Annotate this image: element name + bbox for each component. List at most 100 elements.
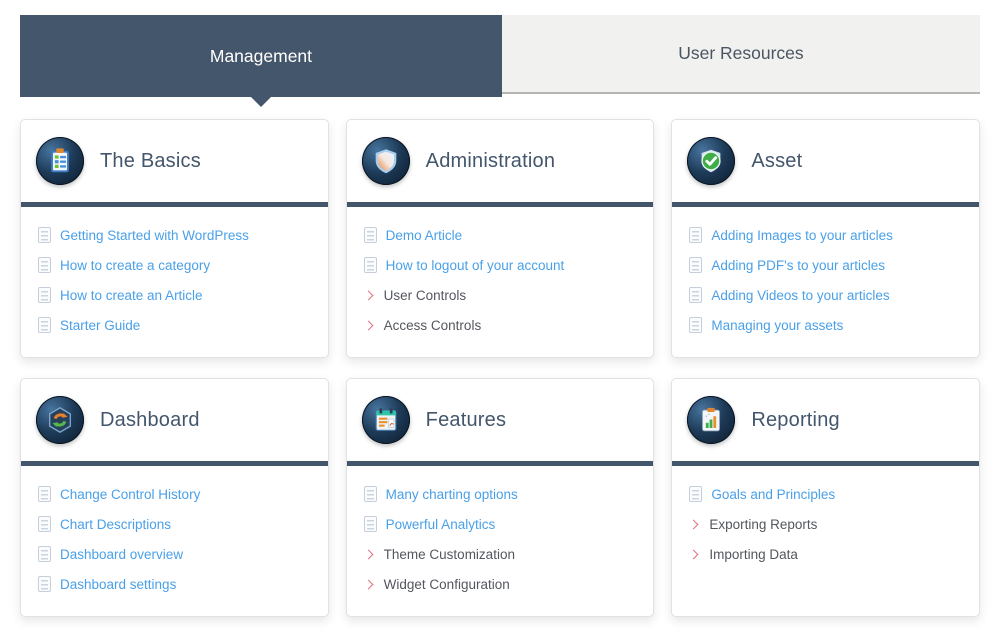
chevron-right-icon — [363, 549, 373, 559]
article-link[interactable]: Demo Article — [364, 220, 639, 250]
article-link[interactable]: How to create a category — [38, 250, 313, 280]
document-icon — [38, 486, 51, 502]
article-link-label: Chart Descriptions — [60, 517, 171, 532]
subcategory-link[interactable]: Access Controls — [364, 310, 639, 340]
subcategory-link[interactable]: Exporting Reports — [689, 509, 964, 539]
article-link[interactable]: Dashboard overview — [38, 539, 313, 569]
tab-management[interactable]: Management — [20, 15, 502, 97]
article-link[interactable]: Change Control History — [38, 479, 313, 509]
article-link-label: Demo Article — [386, 228, 463, 243]
tab-user-resources[interactable]: User Resources — [502, 15, 980, 94]
article-list: Change Control History Chart Description… — [21, 466, 328, 599]
category-header-features[interactable]: Features — [347, 379, 654, 461]
chevron-right-icon — [363, 290, 373, 300]
article-link[interactable]: How to logout of your account — [364, 250, 639, 280]
article-list: Goals and Principles Exporting Reports I… — [672, 466, 979, 569]
subcategory-link-label: Importing Data — [709, 547, 798, 562]
article-link-label: Change Control History — [60, 487, 200, 502]
document-icon — [689, 257, 702, 273]
subcategory-link-label: Access Controls — [384, 318, 482, 333]
document-icon — [38, 227, 51, 243]
subcategory-link-label: User Controls — [384, 288, 467, 303]
document-icon — [689, 287, 702, 303]
article-list: Getting Started with WordPress How to cr… — [21, 207, 328, 340]
document-icon — [38, 576, 51, 592]
article-link[interactable]: Powerful Analytics — [364, 509, 639, 539]
category-header-reporting[interactable]: Reporting — [672, 379, 979, 461]
article-link[interactable]: Many charting options — [364, 479, 639, 509]
sync-hexagon-icon — [36, 396, 84, 444]
article-link-label: Dashboard overview — [60, 547, 183, 562]
article-link-label: How to logout of your account — [386, 258, 565, 273]
category-header-dashboard[interactable]: Dashboard — [21, 379, 328, 461]
clipboard-icon — [36, 137, 84, 185]
article-link-label: Powerful Analytics — [386, 517, 496, 532]
article-link-label: Adding PDF's to your articles — [711, 258, 885, 273]
shield-icon — [362, 137, 410, 185]
document-icon — [689, 486, 702, 502]
category-card-administration: Administration Demo Article How to logou… — [346, 119, 655, 358]
category-card-dashboard: Dashboard Change Control History Chart D… — [20, 378, 329, 617]
article-list: Adding Images to your articles Adding PD… — [672, 207, 979, 340]
subcategory-link[interactable]: User Controls — [364, 280, 639, 310]
document-icon — [364, 227, 377, 243]
article-link-label: Goals and Principles — [711, 487, 835, 502]
category-card-asset: Asset Adding Images to your articles Add… — [671, 119, 980, 358]
category-title: Features — [426, 409, 507, 432]
article-link-label: How to create a category — [60, 258, 210, 273]
article-link-label: Adding Images to your articles — [711, 228, 893, 243]
category-card-the-basics: The Basics Getting Started with WordPres… — [20, 119, 329, 358]
article-link[interactable]: Dashboard settings — [38, 569, 313, 599]
article-link-label: Managing your assets — [711, 318, 843, 333]
category-title: Administration — [426, 150, 556, 173]
category-grid: The Basics Getting Started with WordPres… — [20, 119, 980, 617]
document-icon — [689, 227, 702, 243]
article-link[interactable]: How to create an Article — [38, 280, 313, 310]
category-title: The Basics — [100, 150, 201, 173]
document-icon — [689, 317, 702, 333]
tab-user-resources-label: User Resources — [678, 43, 803, 64]
document-icon — [38, 317, 51, 333]
article-link[interactable]: Adding Videos to your articles — [689, 280, 964, 310]
subcategory-link-label: Widget Configuration — [384, 577, 510, 592]
article-link-label: Many charting options — [386, 487, 518, 502]
article-link[interactable]: Goals and Principles — [689, 479, 964, 509]
document-icon — [38, 287, 51, 303]
subcategory-link-label: Exporting Reports — [709, 517, 817, 532]
article-link-label: Starter Guide — [60, 318, 140, 333]
article-link[interactable]: Adding Images to your articles — [689, 220, 964, 250]
document-icon — [38, 516, 51, 532]
document-icon — [364, 257, 377, 273]
check-badge-icon — [687, 137, 735, 185]
bar-chart-icon — [687, 396, 735, 444]
article-link-label: Getting Started with WordPress — [60, 228, 249, 243]
category-header-asset[interactable]: Asset — [672, 120, 979, 202]
subcategory-link[interactable]: Widget Configuration — [364, 569, 639, 599]
article-link[interactable]: Managing your assets — [689, 310, 964, 340]
chevron-right-icon — [363, 320, 373, 330]
category-header-administration[interactable]: Administration — [347, 120, 654, 202]
document-icon — [364, 516, 377, 532]
category-title: Dashboard — [100, 409, 200, 432]
subcategory-link-label: Theme Customization — [384, 547, 515, 562]
subcategory-link[interactable]: Importing Data — [689, 539, 964, 569]
article-link-label: Dashboard settings — [60, 577, 176, 592]
article-link[interactable]: Starter Guide — [38, 310, 313, 340]
document-icon — [364, 486, 377, 502]
category-header-the-basics[interactable]: The Basics — [21, 120, 328, 202]
tab-bar: Management User Resources — [20, 15, 980, 107]
chevron-right-icon — [363, 579, 373, 589]
article-link-label: How to create an Article — [60, 288, 203, 303]
article-list: Demo Article How to logout of your accou… — [347, 207, 654, 340]
article-link[interactable]: Adding PDF's to your articles — [689, 250, 964, 280]
chevron-right-icon — [689, 519, 699, 529]
tab-management-label: Management — [210, 46, 312, 67]
chevron-right-icon — [689, 549, 699, 559]
article-link[interactable]: Getting Started with WordPress — [38, 220, 313, 250]
article-link[interactable]: Chart Descriptions — [38, 509, 313, 539]
article-list: Many charting options Powerful Analytics… — [347, 466, 654, 599]
category-title: Asset — [751, 150, 802, 173]
active-tab-caret-icon — [250, 96, 272, 107]
notepad-icon — [362, 396, 410, 444]
subcategory-link[interactable]: Theme Customization — [364, 539, 639, 569]
